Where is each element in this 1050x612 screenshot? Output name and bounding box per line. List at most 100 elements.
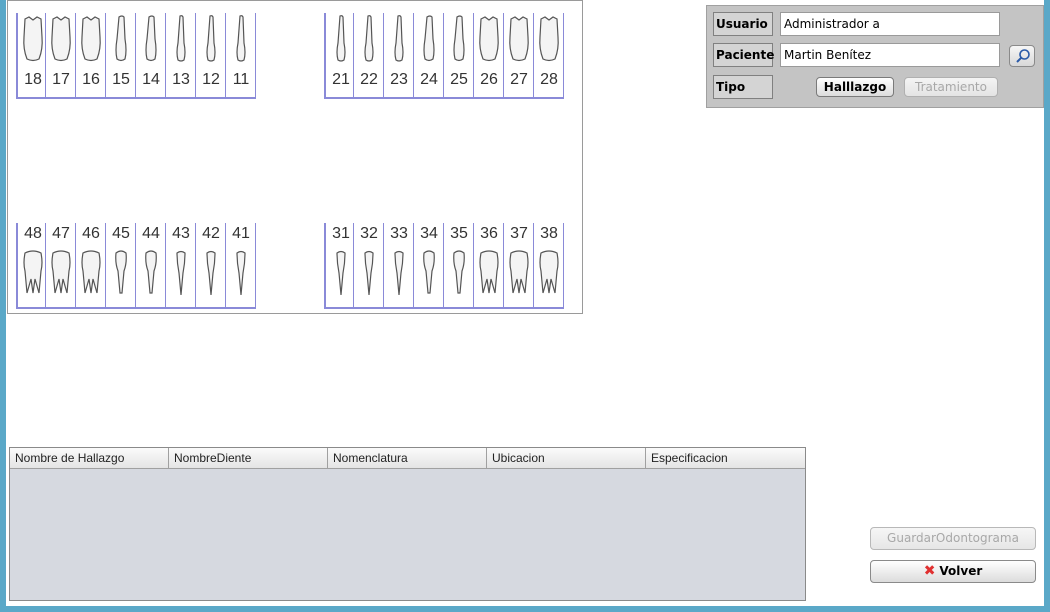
tooth-number: 16	[82, 71, 100, 88]
tooth-number: 43	[172, 225, 190, 242]
table-body[interactable]	[10, 469, 805, 601]
tooth-number: 45	[112, 225, 130, 242]
tooth-number: 32	[360, 225, 378, 242]
tooth-35[interactable]: 35	[444, 223, 474, 307]
tooth-44-icon	[145, 250, 157, 294]
tooth-number: 33	[390, 225, 408, 242]
tooth-38[interactable]: 38	[534, 223, 564, 307]
tooth-23-icon	[394, 15, 404, 62]
column-header[interactable]: Nombre de Hallazgo	[10, 448, 169, 468]
tooth-25-icon	[453, 15, 465, 62]
usuario-label: Usuario	[713, 12, 773, 36]
tooth-41[interactable]: 41	[226, 223, 256, 307]
tooth-14-icon	[145, 15, 157, 62]
column-header[interactable]: Nomenclatura	[328, 448, 487, 468]
tooth-48-icon	[23, 250, 43, 294]
tooth-36-icon	[479, 250, 499, 294]
tooth-number: 27	[510, 71, 528, 88]
tooth-number: 34	[420, 225, 438, 242]
tooth-21[interactable]: 21	[324, 13, 354, 97]
tooth-15[interactable]: 15	[106, 13, 136, 97]
tooth-27[interactable]: 27	[504, 13, 534, 97]
tooth-22[interactable]: 22	[354, 13, 384, 97]
tratamiento-button[interactable]: Tratamiento	[904, 77, 998, 97]
tooth-number: 37	[510, 225, 528, 242]
tooth-number: 46	[82, 225, 100, 242]
tooth-47[interactable]: 47	[46, 223, 76, 307]
tooth-44[interactable]: 44	[136, 223, 166, 307]
tooth-number: 23	[390, 71, 408, 88]
tooth-16[interactable]: 16	[76, 13, 106, 97]
tooth-11[interactable]: 11	[226, 13, 256, 97]
tooth-37[interactable]: 37	[504, 223, 534, 307]
column-header[interactable]: Especificacion	[646, 448, 805, 468]
tooth-number: 24	[420, 71, 438, 88]
tooth-number: 41	[232, 225, 250, 242]
tooth-number: 12	[202, 71, 220, 88]
tooth-33[interactable]: 33	[384, 223, 414, 307]
search-patient-button[interactable]	[1009, 45, 1035, 67]
tooth-48[interactable]: 48	[16, 223, 46, 307]
tooth-number: 14	[142, 71, 160, 88]
tooth-number: 48	[24, 225, 42, 242]
tooth-28[interactable]: 28	[534, 13, 564, 97]
hallazgo-button[interactable]: Halllazgo	[816, 77, 894, 97]
tooth-number: 36	[480, 225, 498, 242]
tooth-46[interactable]: 46	[76, 223, 106, 307]
tooth-18[interactable]: 18	[16, 13, 46, 97]
tooth-13-icon	[176, 15, 186, 62]
tooth-number: 22	[360, 71, 378, 88]
column-header[interactable]: NombreDiente	[169, 448, 328, 468]
quadrant-lower-right: 48 47 46 45 44 43 42 41	[16, 223, 256, 309]
tooth-36[interactable]: 36	[474, 223, 504, 307]
tooth-35-icon	[453, 250, 465, 294]
tooth-15-icon	[115, 15, 127, 62]
tooth-number: 26	[480, 71, 498, 88]
tooth-26-icon	[479, 16, 499, 62]
column-header[interactable]: Ubicacion	[487, 448, 646, 468]
paciente-field[interactable]: Martin Benítez	[780, 43, 1000, 67]
tooth-41-icon	[236, 250, 246, 296]
usuario-field[interactable]: Administrador a	[780, 12, 1000, 36]
tooth-46-icon	[81, 250, 101, 294]
tooth-33-icon	[394, 250, 404, 296]
quadrant-upper-left: 21 22 23 24 25 26 27 28	[324, 13, 564, 99]
tooth-32[interactable]: 32	[354, 223, 384, 307]
quadrant-lower-left: 31 32 33 34 35 36 37 38	[324, 223, 564, 309]
search-icon	[1016, 49, 1030, 63]
window-frame-right	[1044, 0, 1050, 612]
tooth-14[interactable]: 14	[136, 13, 166, 97]
tooth-43-icon	[176, 250, 186, 296]
tooth-31-icon	[336, 250, 346, 296]
tooth-34[interactable]: 34	[414, 223, 444, 307]
tooth-42[interactable]: 42	[196, 223, 226, 307]
close-icon: ✖	[923, 563, 936, 579]
guardar-odontograma-button[interactable]: GuardarOdontograma	[870, 527, 1036, 550]
tooth-47-icon	[51, 250, 71, 294]
tooth-number: 18	[24, 71, 42, 88]
tooth-32-icon	[364, 250, 374, 296]
tooth-number: 47	[52, 225, 70, 242]
tooth-25[interactable]: 25	[444, 13, 474, 97]
tooth-12[interactable]: 12	[196, 13, 226, 97]
tooth-number: 17	[52, 71, 70, 88]
tooth-21-icon	[336, 15, 346, 62]
tooth-23[interactable]: 23	[384, 13, 414, 97]
volver-label: Volver	[939, 564, 983, 578]
volver-button[interactable]: ✖ Volver	[870, 560, 1036, 583]
tooth-number: 31	[332, 225, 350, 242]
tooth-number: 35	[450, 225, 468, 242]
tooth-45[interactable]: 45	[106, 223, 136, 307]
tooth-31[interactable]: 31	[324, 223, 354, 307]
tooth-22-icon	[364, 15, 374, 62]
tooth-number: 28	[540, 71, 558, 88]
tooth-26[interactable]: 26	[474, 13, 504, 97]
tooth-17[interactable]: 17	[46, 13, 76, 97]
tooth-24[interactable]: 24	[414, 13, 444, 97]
tooth-43[interactable]: 43	[166, 223, 196, 307]
tooth-16-icon	[81, 16, 101, 62]
tooth-number: 11	[232, 71, 250, 88]
tooth-number: 42	[202, 225, 220, 242]
info-panel: Usuario Administrador a Paciente Martin …	[706, 5, 1044, 108]
tooth-13[interactable]: 13	[166, 13, 196, 97]
